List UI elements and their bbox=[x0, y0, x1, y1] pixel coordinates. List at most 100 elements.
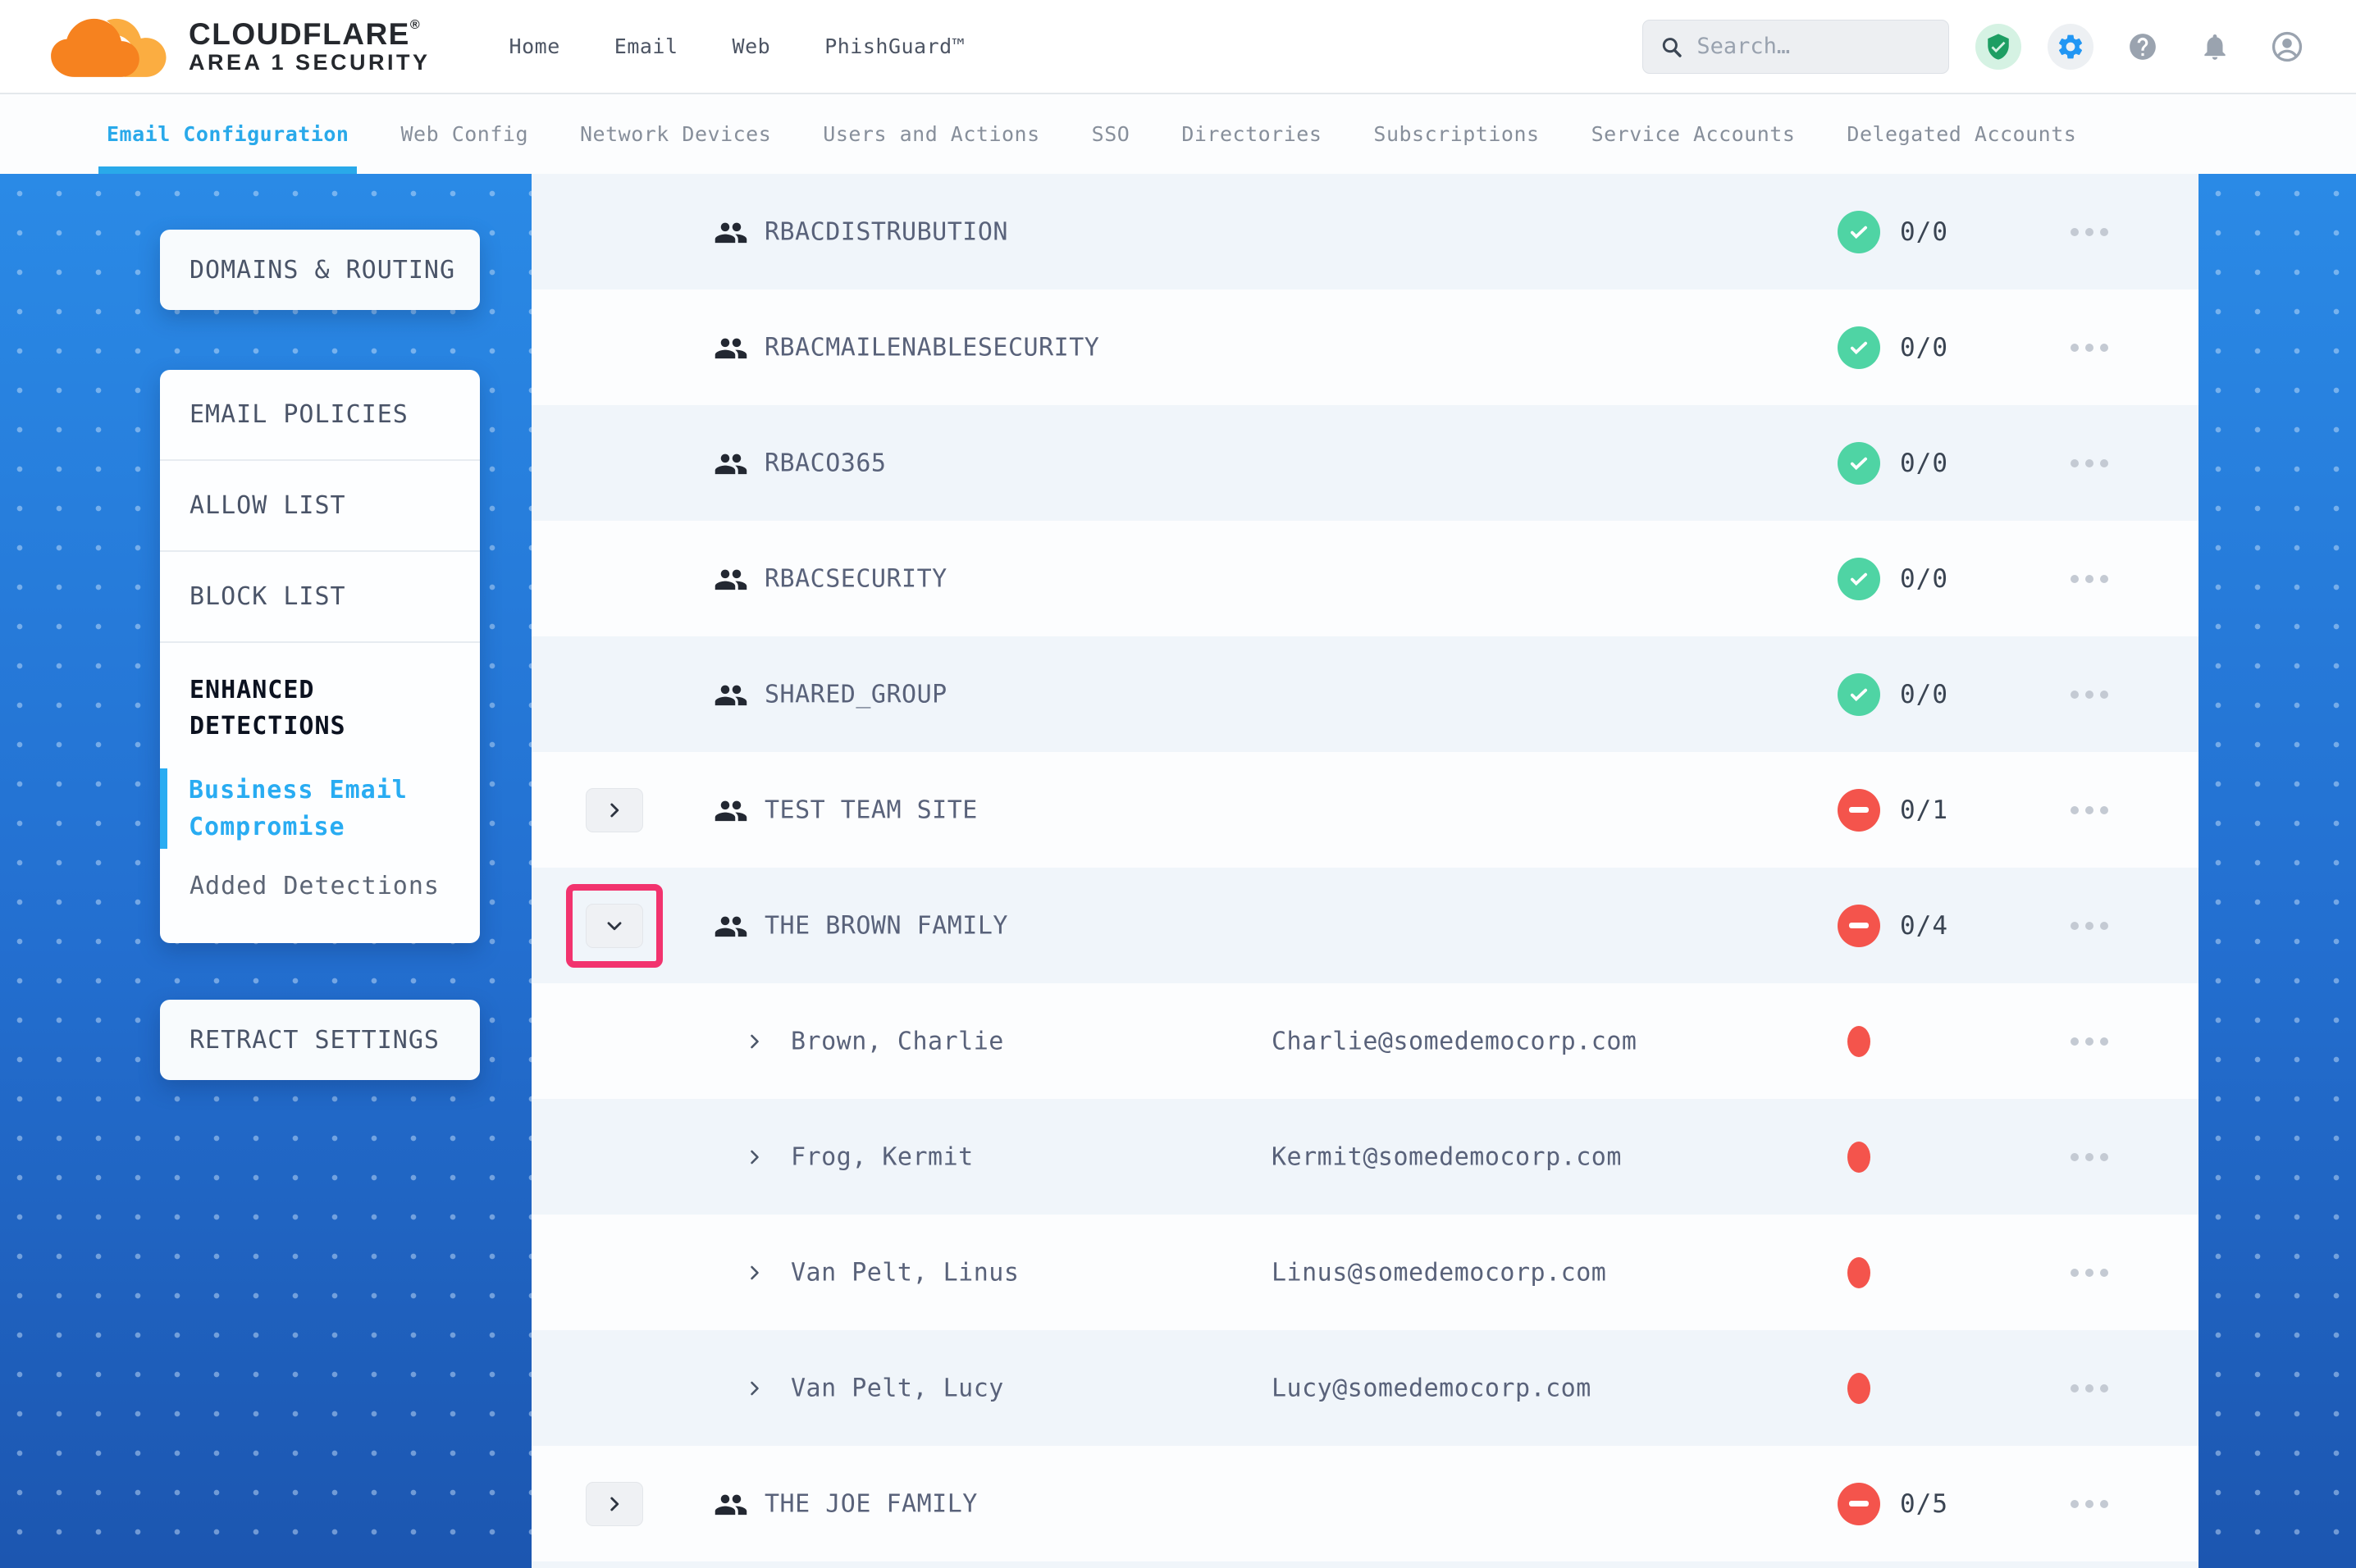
group-name: RBACSECURITY bbox=[765, 564, 947, 593]
status-badge-ok bbox=[1838, 211, 1880, 253]
sidebar-card-retract-settings[interactable]: RETRACT SETTINGS bbox=[160, 1000, 480, 1080]
sidebar-section-enhanced-detections: ENHANCED DETECTIONS Business Email Compr… bbox=[160, 643, 480, 938]
member-count: 0/1 bbox=[1900, 795, 1948, 825]
member-chevron-right-icon[interactable] bbox=[743, 1146, 766, 1169]
table-row-member: Frog, Kermit Kermit@somedemocorp.com bbox=[532, 1099, 2198, 1215]
table-row-group: RBACDISTRUBUTION 0/0 bbox=[532, 174, 2198, 289]
help-icon[interactable] bbox=[2120, 24, 2166, 70]
account-icon[interactable] bbox=[2264, 24, 2310, 70]
member-email: Kermit@somedemocorp.com bbox=[1272, 1142, 1622, 1171]
member-chevron-right-icon[interactable] bbox=[743, 1030, 766, 1053]
status-dot-alert bbox=[1847, 1373, 1870, 1404]
table-row-group: SHARED_GROUP 0/0 bbox=[532, 636, 2198, 752]
tab-network-devices[interactable]: Network Devices bbox=[580, 94, 771, 174]
row-menu-button[interactable] bbox=[2071, 691, 2108, 699]
member-chevron-right-icon[interactable] bbox=[743, 1377, 766, 1400]
status-badge-ok bbox=[1838, 673, 1880, 716]
table-row-group: TEST TEAM SITE 0/1 bbox=[532, 752, 2198, 868]
member-email: Charlie@somedemocorp.com bbox=[1272, 1027, 1637, 1055]
settings-gear-icon[interactable] bbox=[2048, 24, 2093, 70]
sidebar-label: DOMAINS & ROUTING bbox=[189, 256, 455, 285]
row-menu-button[interactable] bbox=[2071, 228, 2108, 236]
table-row-group: RBACSECURITY 0/0 bbox=[532, 521, 2198, 636]
sidebar-card-email-policies: EMAIL POLICIES ALLOW LIST BLOCK LIST ENH… bbox=[160, 370, 480, 943]
tab-delegated-accounts[interactable]: Delegated Accounts bbox=[1847, 94, 2076, 174]
cloudflare-area1-logo: CLOUDFLARE® AREA 1 SECURITY bbox=[48, 7, 431, 86]
group-people-icon bbox=[714, 218, 748, 246]
top-nav: Home Email Web PhishGuard™ bbox=[509, 34, 966, 58]
nav-web[interactable]: Web bbox=[733, 34, 771, 58]
table-row-group: THE JOE FAMILY 0/5 bbox=[532, 1446, 2198, 1561]
member-name: Frog, Kermit bbox=[791, 1142, 974, 1171]
nav-home[interactable]: Home bbox=[509, 34, 560, 58]
group-people-icon bbox=[714, 912, 748, 940]
member-count: 0/0 bbox=[1900, 449, 1948, 478]
status-badge-ok bbox=[1838, 442, 1880, 485]
nav-email[interactable]: Email bbox=[614, 34, 678, 58]
table-row-member: Van Pelt, Linus Linus@somedemocorp.com bbox=[532, 1215, 2198, 1330]
group-people-icon bbox=[714, 796, 748, 824]
sidebar-label: RETRACT SETTINGS bbox=[189, 1026, 440, 1055]
security-shield-icon[interactable] bbox=[1975, 24, 2021, 70]
brand-name: CLOUDFLARE® bbox=[189, 18, 431, 51]
member-chevron-right-icon[interactable] bbox=[743, 1261, 766, 1284]
sidebar: DOMAINS & ROUTING EMAIL POLICIES ALLOW L… bbox=[0, 174, 532, 1568]
sidebar-item-business-email-compromise[interactable]: Business Email Compromise bbox=[160, 768, 554, 849]
expand-chevron-right-button[interactable] bbox=[586, 788, 643, 832]
status-badge-blocked bbox=[1838, 789, 1880, 832]
sidebar-card-domains-routing[interactable]: DOMAINS & ROUTING bbox=[160, 230, 480, 310]
status-badge-blocked bbox=[1838, 905, 1880, 947]
row-menu-button[interactable] bbox=[2071, 344, 2108, 352]
status-dot-alert bbox=[1847, 1026, 1870, 1057]
member-email: Lucy@somedemocorp.com bbox=[1272, 1374, 1591, 1402]
tab-service-accounts[interactable]: Service Accounts bbox=[1591, 94, 1796, 174]
tab-subscriptions[interactable]: Subscriptions bbox=[1373, 94, 1539, 174]
group-name: THE BROWN FAMILY bbox=[765, 911, 1008, 940]
row-menu-button[interactable] bbox=[2071, 1384, 2108, 1393]
tab-web-config[interactable]: Web Config bbox=[400, 94, 528, 174]
nav-phishguard[interactable]: PhishGuard™ bbox=[824, 34, 965, 58]
sidebar-item-email-policies[interactable]: EMAIL POLICIES bbox=[160, 370, 480, 461]
status-dot-alert bbox=[1847, 1257, 1870, 1288]
header-actions bbox=[1642, 20, 2310, 74]
row-menu-button[interactable] bbox=[2071, 459, 2108, 467]
row-menu-button[interactable] bbox=[2071, 806, 2108, 814]
group-people-icon bbox=[714, 449, 748, 477]
expand-chevron-right-button[interactable] bbox=[586, 1482, 643, 1526]
row-menu-button[interactable] bbox=[2071, 1037, 2108, 1046]
sidebar-item-block-list[interactable]: BLOCK LIST bbox=[160, 552, 480, 643]
group-name: RBACMAILENABLESECURITY bbox=[765, 333, 1099, 362]
member-name: Van Pelt, Linus bbox=[791, 1258, 1019, 1287]
member-name: Van Pelt, Lucy bbox=[791, 1374, 1004, 1402]
member-email: Linus@somedemocorp.com bbox=[1272, 1258, 1606, 1287]
registered-mark: ® bbox=[410, 18, 421, 32]
row-menu-button[interactable] bbox=[2071, 922, 2108, 930]
tab-sso[interactable]: SSO bbox=[1092, 94, 1130, 174]
member-name: Brown, Charlie bbox=[791, 1027, 1004, 1055]
sidebar-item-allow-list[interactable]: ALLOW LIST bbox=[160, 461, 480, 552]
status-badge-blocked bbox=[1838, 1483, 1880, 1525]
member-count: 0/0 bbox=[1900, 217, 1948, 247]
member-count: 0/0 bbox=[1900, 333, 1948, 362]
collapse-chevron-down-button[interactable] bbox=[586, 904, 643, 948]
search-input[interactable] bbox=[1696, 34, 1932, 59]
sidebar-item-added-detections[interactable]: Added Detections bbox=[189, 872, 455, 900]
row-menu-button[interactable] bbox=[2071, 1269, 2108, 1277]
tab-users-and-actions[interactable]: Users and Actions bbox=[823, 94, 1039, 174]
status-badge-ok bbox=[1838, 558, 1880, 600]
group-name: RBACO365 bbox=[765, 449, 887, 477]
status-dot-alert bbox=[1847, 1142, 1870, 1173]
right-decorative-panel bbox=[2198, 174, 2356, 1568]
row-menu-button[interactable] bbox=[2071, 1153, 2108, 1161]
tab-directories[interactable]: Directories bbox=[1181, 94, 1322, 174]
search-icon bbox=[1660, 33, 1683, 61]
row-menu-button[interactable] bbox=[2071, 575, 2108, 583]
member-count: 0/0 bbox=[1900, 680, 1948, 709]
tab-email-configuration[interactable]: Email Configuration bbox=[107, 94, 349, 174]
group-people-icon bbox=[714, 1490, 748, 1518]
search-box[interactable] bbox=[1642, 20, 1949, 74]
row-menu-button[interactable] bbox=[2071, 1500, 2108, 1508]
notifications-bell-icon[interactable] bbox=[2192, 24, 2238, 70]
sidebar-item-enhanced-detections[interactable]: ENHANCED DETECTIONS bbox=[189, 672, 455, 744]
table-row-group: RBACMAILENABLESECURITY 0/0 bbox=[532, 289, 2198, 405]
